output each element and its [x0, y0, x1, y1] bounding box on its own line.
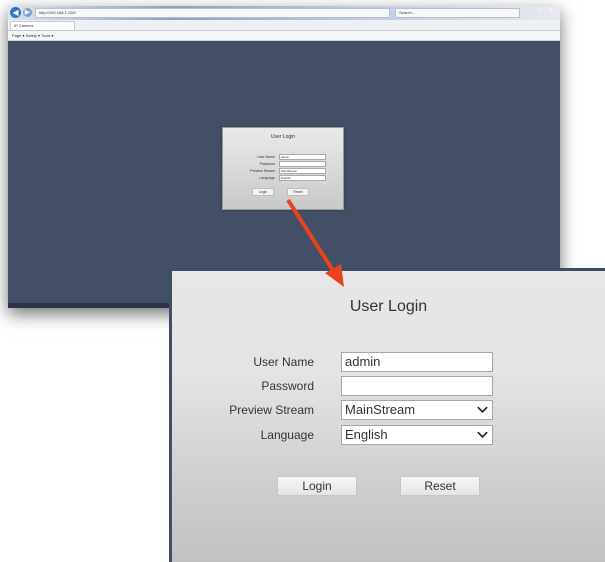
mini-login-title: User Login	[270, 134, 296, 140]
mini-username-input[interactable]: admin	[279, 154, 326, 160]
mini-reset-button[interactable]: Reset	[287, 188, 309, 196]
mini-preview-label: Preview Stream	[250, 169, 275, 173]
browser-screenshot: ◀ ▶ http://192.168.1.100/ Search... – □ …	[8, 6, 560, 308]
chevron-down-icon	[477, 431, 488, 439]
preview-stream-row: Preview Stream MainStream	[172, 400, 605, 420]
mini-row-language: Language English	[223, 175, 343, 181]
language-value: English	[345, 427, 388, 442]
mini-login-dialog: User Login User Name admin Password Prev…	[222, 127, 344, 210]
address-bar[interactable]: http://192.168.1.100/	[35, 8, 390, 18]
username-label: User Name	[253, 355, 314, 369]
command-bar[interactable]: Page ▾ Safety ▾ Tools ▾	[8, 31, 560, 41]
mini-language-label: Language	[259, 176, 275, 180]
mini-preview-select[interactable]: MainStream	[279, 168, 326, 174]
reset-button[interactable]: Reset	[400, 476, 480, 496]
language-select[interactable]: English	[341, 425, 493, 445]
mini-row-username: User Name admin	[223, 154, 343, 160]
search-box[interactable]: Search...	[395, 8, 520, 18]
mini-password-input[interactable]	[279, 161, 326, 167]
browser-tab[interactable]: IP Camera	[10, 21, 75, 31]
browser-titlebar: ◀ ▶ http://192.168.1.100/ Search... – □ …	[8, 6, 560, 20]
forward-arrow-icon[interactable]: ▶	[23, 8, 32, 17]
window-controls[interactable]: – □ ×	[527, 8, 556, 14]
language-label: Language	[260, 428, 314, 442]
zoomed-login-panel: User Login User Name admin Password Prev…	[169, 268, 605, 562]
username-row: User Name admin	[172, 352, 605, 372]
back-arrow-icon[interactable]: ◀	[10, 7, 21, 18]
mini-language-select[interactable]: English	[279, 175, 326, 181]
login-title: User Login	[349, 298, 428, 315]
tab-strip: IP Camera	[8, 20, 560, 31]
password-label: Password	[261, 379, 314, 393]
mini-row-password: Password	[223, 161, 343, 167]
preview-stream-label: Preview Stream	[229, 403, 314, 417]
login-button[interactable]: Login	[277, 476, 357, 496]
mini-row-preview: Preview Stream MainStream	[223, 168, 343, 174]
password-input[interactable]	[341, 376, 493, 396]
password-row: Password	[172, 376, 605, 396]
preview-stream-select[interactable]: MainStream	[341, 400, 493, 420]
language-row: Language English	[172, 425, 605, 445]
chevron-down-icon	[477, 406, 488, 414]
username-input[interactable]: admin	[341, 352, 493, 372]
mini-username-label: User Name	[257, 155, 275, 159]
mini-password-label: Password	[259, 162, 275, 166]
preview-stream-value: MainStream	[345, 402, 416, 417]
mini-login-button[interactable]: Login	[252, 188, 274, 196]
